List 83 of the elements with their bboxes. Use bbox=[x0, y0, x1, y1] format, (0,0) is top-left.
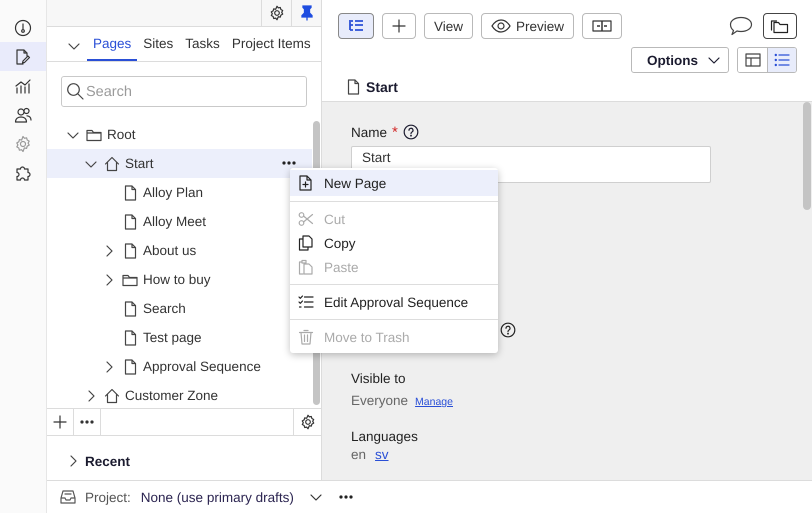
section-header[interactable]: Recent bbox=[85, 454, 130, 468]
field-label: Visible to bbox=[351, 371, 407, 386]
folder-button[interactable] bbox=[763, 13, 797, 39]
page-icon bbox=[124, 214, 136, 230]
list-view-button[interactable] bbox=[767, 48, 796, 72]
language-code: en bbox=[351, 447, 366, 462]
inbox-icon bbox=[60, 490, 76, 504]
settings-icon[interactable] bbox=[300, 414, 316, 430]
scissors-icon bbox=[298, 211, 314, 227]
tree-item[interactable]: Test page bbox=[143, 330, 202, 345]
menu-item[interactable]: Copy bbox=[290, 231, 498, 255]
project-label: Project: bbox=[85, 490, 131, 504]
tree-list-icon bbox=[348, 19, 364, 33]
gauge-icon[interactable] bbox=[14, 18, 32, 36]
plus-icon[interactable] bbox=[53, 415, 67, 429]
eye-icon bbox=[491, 19, 512, 33]
menu-item[interactable]: New Page bbox=[290, 170, 498, 196]
page-icon bbox=[124, 300, 136, 316]
list-icon bbox=[774, 53, 790, 67]
house-icon bbox=[104, 156, 120, 172]
tab[interactable]: Tasks bbox=[179, 27, 226, 61]
options-dropdown[interactable]: Options bbox=[631, 47, 729, 73]
tab[interactable]: Sites bbox=[137, 27, 180, 61]
tree-item[interactable]: Alloy Plan bbox=[143, 185, 204, 200]
more-icon[interactable] bbox=[338, 495, 353, 499]
add-button[interactable] bbox=[382, 13, 416, 39]
page-icon bbox=[347, 79, 360, 95]
plus-icon bbox=[392, 19, 406, 33]
field-label: Name bbox=[351, 124, 388, 140]
view-button[interactable]: View bbox=[424, 13, 474, 39]
settings-icon[interactable] bbox=[268, 5, 284, 21]
page-icon bbox=[124, 184, 136, 200]
copy-icon bbox=[298, 235, 314, 251]
project-value[interactable]: None (use primary drafts) bbox=[140, 490, 294, 504]
tree-item[interactable]: Customer Zone bbox=[125, 388, 218, 403]
trash-icon bbox=[298, 329, 314, 345]
manage-link[interactable]: Manage bbox=[415, 396, 453, 408]
tree-item[interactable]: Root bbox=[107, 127, 136, 142]
house-icon bbox=[104, 388, 120, 404]
tree-item[interactable]: How to buy bbox=[143, 272, 211, 287]
tab[interactable]: Project Items bbox=[226, 27, 317, 61]
chart-icon[interactable] bbox=[14, 76, 32, 94]
new-page-icon bbox=[298, 175, 314, 191]
scrollbar[interactable] bbox=[803, 102, 811, 210]
search-field[interactable]: Search bbox=[61, 76, 307, 107]
menu-item: Paste bbox=[290, 255, 498, 279]
help-icon[interactable] bbox=[402, 124, 419, 140]
page-icon bbox=[124, 358, 136, 374]
users-icon[interactable] bbox=[14, 106, 32, 124]
tree-view-button[interactable] bbox=[338, 13, 374, 39]
tree-item[interactable]: Alloy Meet bbox=[143, 214, 206, 229]
compare-button[interactable] bbox=[582, 13, 622, 39]
page-title: Start bbox=[366, 79, 398, 95]
help-icon[interactable] bbox=[500, 322, 516, 338]
folders-icon bbox=[770, 18, 790, 34]
more-icon[interactable] bbox=[282, 161, 296, 165]
more-icon[interactable] bbox=[80, 420, 94, 424]
page-icon bbox=[124, 242, 136, 258]
folder-icon bbox=[122, 272, 138, 286]
menu-item: Move to Trash bbox=[290, 325, 498, 349]
clipboard-icon bbox=[298, 259, 314, 275]
pin-icon[interactable] bbox=[300, 5, 314, 21]
preview-button[interactable]: Preview bbox=[481, 13, 574, 39]
tree-item[interactable]: About us bbox=[143, 243, 196, 258]
folder-icon bbox=[86, 128, 102, 142]
speech-bubble-icon[interactable] bbox=[729, 16, 753, 36]
tree-item[interactable]: Search bbox=[143, 301, 186, 316]
menu-item: Cut bbox=[290, 207, 498, 231]
language-link[interactable]: sv bbox=[375, 447, 389, 462]
menu-item[interactable]: Edit Approval Sequence bbox=[290, 290, 498, 314]
layout-icon bbox=[744, 53, 760, 67]
tree-item-label: Start bbox=[125, 156, 154, 171]
checklist-icon bbox=[298, 294, 314, 310]
field-value: Everyone bbox=[351, 393, 408, 408]
puzzle-icon[interactable] bbox=[14, 164, 32, 182]
tab[interactable]: Pages bbox=[87, 27, 138, 61]
tree-item[interactable]: Approval Sequence bbox=[143, 359, 261, 374]
page-edit-icon[interactable] bbox=[14, 48, 32, 66]
selected-row[interactable]: Start bbox=[47, 149, 312, 178]
compare-icon bbox=[592, 20, 612, 32]
required-mark: * bbox=[392, 124, 398, 140]
page-icon bbox=[124, 330, 136, 346]
field-label: Languages bbox=[351, 429, 419, 444]
